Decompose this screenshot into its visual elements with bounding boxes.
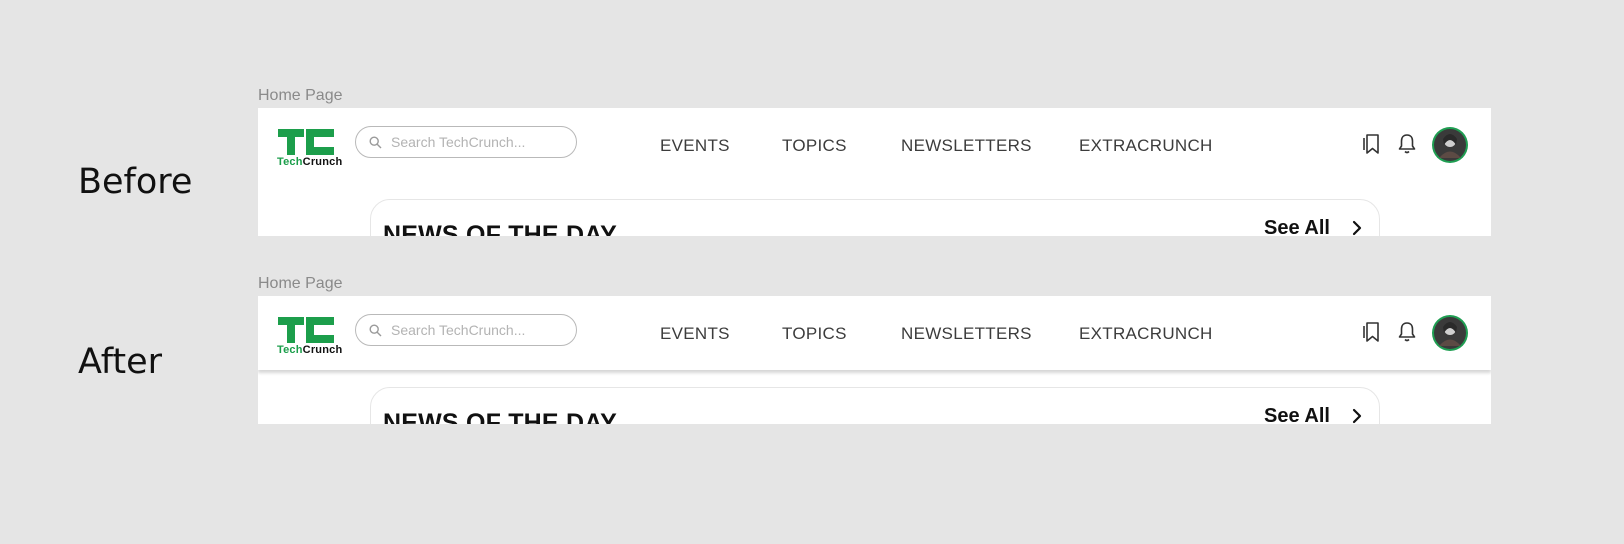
frame-after: TechCrunch EVENTS TOPICS NEWSLETTERS EXT… [258, 296, 1491, 424]
news-card: NEWS OF THE DAY See All [370, 387, 1380, 424]
logo-text-tech: Tech [277, 344, 303, 356]
chevron-right-icon [1352, 408, 1362, 424]
see-all-link[interactable]: See All [1264, 217, 1362, 236]
card-title: NEWS OF THE DAY [383, 409, 618, 424]
after-label: After [78, 342, 163, 382]
techcrunch-logo[interactable]: TechCrunch [277, 317, 343, 357]
navbar: TechCrunch EVENTS TOPICS NEWSLETTERS EXT… [258, 108, 1491, 182]
logo-text-tech: Tech [277, 156, 303, 168]
card-title: NEWS OF THE DAY [383, 221, 618, 236]
tc-logo-mark-icon [278, 129, 334, 155]
bell-icon[interactable] [1398, 133, 1416, 155]
avatar[interactable] [1432, 315, 1468, 351]
bookmark-icon[interactable] [1363, 322, 1381, 343]
nav-newsletters[interactable]: NEWSLETTERS [901, 136, 1032, 156]
bell-icon[interactable] [1398, 321, 1416, 343]
frame-before: TechCrunch EVENTS TOPICS NEWSLETTERS EXT… [258, 108, 1491, 236]
see-all-label: See All [1264, 405, 1330, 424]
nav-extracrunch[interactable]: EXTRACRUNCH [1079, 136, 1213, 156]
see-all-link[interactable]: See All [1264, 405, 1362, 424]
avatar[interactable] [1432, 127, 1468, 163]
nav-extracrunch[interactable]: EXTRACRUNCH [1079, 324, 1213, 344]
nav-events[interactable]: EVENTS [660, 136, 730, 156]
bookmark-icon[interactable] [1363, 134, 1381, 155]
before-label: Before [78, 162, 193, 202]
user-photo-icon [1434, 129, 1466, 161]
chevron-right-icon [1352, 220, 1362, 236]
search-input[interactable] [391, 132, 566, 152]
logo-text-crunch: Crunch [302, 344, 343, 356]
tc-logo-mark-icon [278, 317, 334, 343]
search-box[interactable] [355, 314, 577, 346]
news-card: NEWS OF THE DAY See All [370, 199, 1380, 236]
search-icon [369, 136, 382, 149]
frame-title-after: Home Page [258, 275, 343, 292]
nav-topics[interactable]: TOPICS [782, 324, 847, 344]
techcrunch-logo[interactable]: TechCrunch [277, 129, 343, 169]
frame-title-before: Home Page [258, 87, 343, 104]
navbar: TechCrunch EVENTS TOPICS NEWSLETTERS EXT… [258, 296, 1491, 370]
search-icon [369, 324, 382, 337]
search-input[interactable] [391, 320, 566, 340]
see-all-label: See All [1264, 217, 1330, 236]
nav-topics[interactable]: TOPICS [782, 136, 847, 156]
logo-text-crunch: Crunch [302, 156, 343, 168]
nav-events[interactable]: EVENTS [660, 324, 730, 344]
user-photo-icon [1434, 317, 1466, 349]
search-box[interactable] [355, 126, 577, 158]
nav-newsletters[interactable]: NEWSLETTERS [901, 324, 1032, 344]
